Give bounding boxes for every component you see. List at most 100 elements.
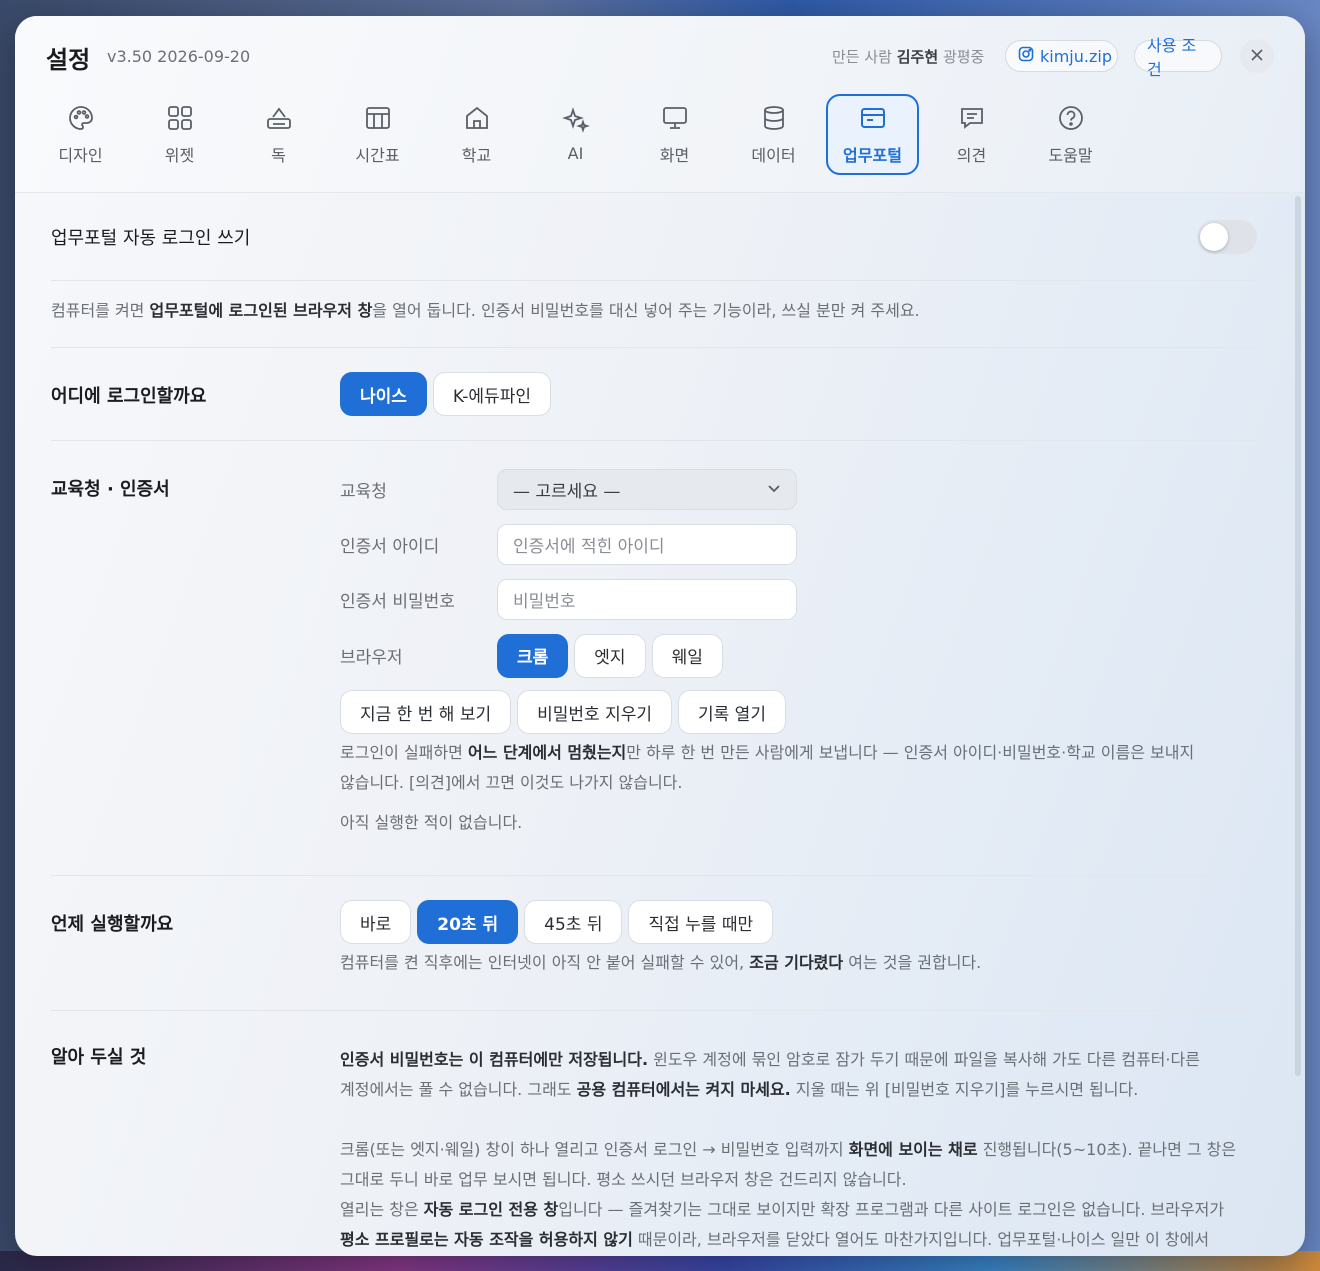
tab-label: 데이터 bbox=[751, 145, 796, 165]
notice-text: 윈도우 계정에 묶인 암호로 잠가 두기 때문에 파일을 복사해 가도 다른 컴… bbox=[648, 1050, 1200, 1069]
tab-label: 독 bbox=[271, 145, 286, 165]
tab-data[interactable]: 데이터 bbox=[727, 94, 820, 175]
tab-portal[interactable]: 업무포털 bbox=[826, 94, 919, 175]
clear-password-button[interactable]: 비밀번호 지우기 bbox=[517, 690, 672, 734]
settings-header: 설정 v3.50 2026-09-20 만든 사람 김주현 광평중 kimju.… bbox=[15, 16, 1305, 193]
browser-chrome[interactable]: 크롬 bbox=[497, 633, 569, 678]
credit-name: 김주현 bbox=[896, 48, 939, 66]
cert-pw-row: 인증서 비밀번호 비밀번호 bbox=[340, 572, 1257, 627]
notice-bold: 인증서 비밀번호는 이 컴퓨터에만 저장됩니다. bbox=[340, 1050, 649, 1069]
section-label: 교육청 · 인증서 bbox=[51, 479, 170, 500]
table-icon bbox=[364, 104, 392, 136]
office-row: 교육청 — 고르세요 — bbox=[340, 462, 1257, 517]
cert-section: 교육청 · 인증서 교육청 — 고르세요 — 인증서 아이디 인증서에 적힌 아… bbox=[51, 441, 1257, 876]
tab-label: 위젯 bbox=[164, 145, 195, 165]
notice-paragraph: 인증서 비밀번호는 이 컴퓨터에만 저장됩니다. 윈도우 계정에 묶인 암호로 … bbox=[340, 1045, 1257, 1105]
desc-text: 을 열어 둡니다. 인증서 비밀번호를 대신 넣어 주는 기능이라, 쓰실 분만… bbox=[372, 301, 920, 320]
school-icon bbox=[463, 104, 491, 136]
option-45s[interactable]: 45초 뒤 bbox=[524, 900, 623, 944]
target-section: 어디에 로그인할까요 나이스 K-에듀파인 bbox=[51, 348, 1257, 441]
tab-label: 학교 bbox=[461, 145, 492, 165]
option-20s[interactable]: 20초 뒤 bbox=[417, 900, 519, 944]
grid-icon bbox=[166, 104, 194, 136]
note-text: 컴퓨터를 켠 직후에는 인터넷이 아직 안 붙어 실패할 수 있어, bbox=[340, 953, 750, 972]
tab-school[interactable]: 학교 bbox=[430, 94, 523, 175]
form-label: 브라우저 bbox=[340, 648, 403, 668]
note-bold: 조금 기다렸다 bbox=[749, 953, 844, 972]
when-note: 컴퓨터를 켠 직후에는 인터넷이 아직 안 붙어 실패할 수 있어, 조금 기다… bbox=[340, 948, 1257, 978]
form-label: 인증서 아이디 bbox=[340, 537, 440, 557]
terms-link[interactable]: 사용 조건 bbox=[1134, 36, 1222, 79]
message-icon bbox=[958, 104, 986, 136]
cert-password-input[interactable]: 비밀번호 bbox=[497, 579, 797, 620]
option-manual[interactable]: 직접 누를 때만 bbox=[628, 900, 774, 944]
tab-dock[interactable]: 독 bbox=[232, 94, 325, 175]
notice-text: 그대로 두니 바로 업무 보시면 됩니다. 평소 쓰시던 브라우저 창은 건드리… bbox=[340, 1170, 907, 1189]
close-icon bbox=[1250, 47, 1264, 66]
notice-text: 지울 때는 위 [비밀번호 지우기]를 누르시면 됩니다. bbox=[790, 1080, 1139, 1099]
privacy-note: 로그인이 실패하면 어느 단계에서 멈췄는지만 하루 한 번 만든 사람에게 보… bbox=[340, 738, 1257, 798]
autologin-toggle[interactable] bbox=[1197, 219, 1257, 254]
tab-design[interactable]: 디자인 bbox=[34, 94, 127, 175]
chevron-down-icon bbox=[767, 480, 781, 500]
tab-feedback[interactable]: 의견 bbox=[925, 94, 1018, 175]
cert-id-input[interactable]: 인증서에 적힌 아이디 bbox=[497, 524, 797, 565]
note-text: 여는 것을 권합니다. bbox=[843, 953, 982, 972]
note-text: 만 하루 한 번 만든 사람에게 보냅니다 — 인증서 아이디·비밀번호·학교 … bbox=[626, 743, 1195, 762]
notice-text: 때문이라, 브라우저를 닫았다 열어도 마찬가지입니다. 업무포털·나이스 일만… bbox=[632, 1230, 1210, 1249]
office-select[interactable]: — 고르세요 — bbox=[497, 469, 797, 510]
palette-icon bbox=[67, 104, 95, 136]
tab-label: 시간표 bbox=[355, 145, 400, 165]
run-status: 아직 실행한 적이 없습니다. bbox=[340, 813, 523, 832]
sparkle-icon bbox=[561, 106, 590, 138]
credit-prefix: 만든 사람 bbox=[832, 48, 892, 66]
tab-label: 디자인 bbox=[58, 145, 103, 165]
tab-label: AI bbox=[567, 144, 584, 163]
tab-widget[interactable]: 위젯 bbox=[133, 94, 226, 175]
notice-text: 크롬(또는 엣지·웨일) 창이 하나 열리고 인증서 로그인 → 비밀번호 입력… bbox=[340, 1140, 849, 1159]
option-edufine[interactable]: K-에듀파인 bbox=[432, 372, 551, 416]
dock-icon bbox=[265, 104, 293, 136]
target-options: 나이스 K-에듀파인 bbox=[340, 372, 1257, 440]
notice-bold: 평소 프로필로는 자동 조작을 허용하지 않기 bbox=[340, 1230, 633, 1249]
tab-ai[interactable]: AI bbox=[529, 94, 622, 175]
tab-help[interactable]: 도움말 bbox=[1024, 94, 1117, 175]
browser-row: 브라우저 크롬 엣지 웨일 bbox=[340, 627, 1257, 684]
tab-timetable[interactable]: 시간표 bbox=[331, 94, 424, 175]
option-now[interactable]: 바로 bbox=[340, 900, 412, 944]
notice-section: 알아 두실 것 인증서 비밀번호는 이 컴퓨터에만 저장됩니다. 윈도우 계정에… bbox=[51, 1011, 1257, 1255]
when-options: 바로 20초 뒤 45초 뒤 직접 누를 때만 컴퓨터를 켠 직후에는 인터넷이 아직… bbox=[340, 900, 1257, 1010]
autologin-label: 업무포털 자동 로그인 쓰기 bbox=[51, 227, 251, 249]
instagram-handle: kimju.zip bbox=[1040, 46, 1112, 66]
scrollbar[interactable] bbox=[1295, 196, 1301, 1076]
tab-label: 업무포털 bbox=[843, 145, 902, 165]
autologin-row: 업무포털 자동 로그인 쓰기 bbox=[51, 193, 1257, 281]
credit-school: 광평중 bbox=[942, 48, 985, 66]
notice-text: 입니다 — 즐겨찾기는 그대로 보이지만 확장 프로그램과 다른 사이트 로그인… bbox=[558, 1200, 1225, 1219]
browser-whale[interactable]: 웨일 bbox=[651, 633, 723, 678]
option-neis[interactable]: 나이스 bbox=[340, 372, 427, 416]
close-button[interactable] bbox=[1240, 39, 1274, 73]
open-log-button[interactable]: 기록 열기 bbox=[678, 690, 786, 734]
monitor-icon bbox=[661, 104, 689, 136]
notice-bold: 공용 컴퓨터에서는 켜지 마세요. bbox=[576, 1080, 791, 1099]
database-icon bbox=[760, 104, 788, 136]
card-icon bbox=[859, 104, 887, 136]
instagram-link[interactable]: kimju.zip bbox=[1005, 40, 1118, 72]
note-bold: 어느 단계에서 멈췄는지 bbox=[467, 743, 627, 762]
version-label: v3.50 2026-09-20 bbox=[107, 47, 251, 66]
notice-text: 열리는 창은 bbox=[340, 1200, 424, 1219]
desc-text: 컴퓨터를 켜면 bbox=[51, 301, 150, 320]
settings-window: 설정 v3.50 2026-09-20 만든 사람 김주현 광평중 kimju.… bbox=[15, 16, 1305, 1256]
browser-edge[interactable]: 엣지 bbox=[574, 633, 646, 678]
notice-bold: 자동 로그인 전용 창 bbox=[423, 1200, 559, 1219]
action-buttons: 지금 한 번 해 보기 비밀번호 지우기 기록 열기 bbox=[340, 690, 1257, 734]
tab-label: 의견 bbox=[956, 145, 987, 165]
test-run-button[interactable]: 지금 한 번 해 보기 bbox=[340, 690, 512, 734]
tab-screen[interactable]: 화면 bbox=[628, 94, 721, 175]
section-label: 알아 두실 것 bbox=[51, 1047, 147, 1068]
desc-bold: 업무포털에 로그인된 브라우저 창 bbox=[149, 301, 373, 320]
page-title: 설정 bbox=[46, 46, 91, 74]
section-label: 언제 실행할까요 bbox=[51, 914, 174, 935]
form-label: 교육청 bbox=[340, 482, 387, 502]
